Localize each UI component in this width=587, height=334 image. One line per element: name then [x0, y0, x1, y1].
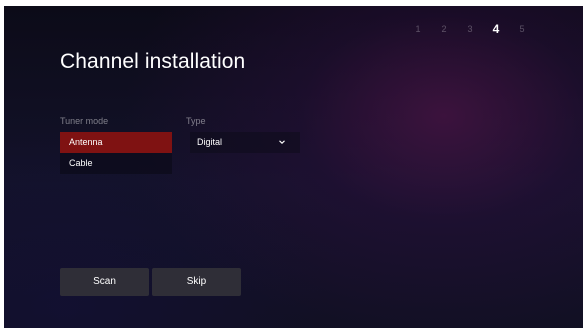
- tv-display: 1 2 3 4 5 Channel installation Tuner mod…: [4, 6, 583, 328]
- chevron-down-icon: [279, 140, 285, 144]
- step-2: 2: [441, 24, 447, 34]
- type-dropdown[interactable]: Digital: [190, 132, 300, 153]
- type-dropdown-value: Digital: [197, 137, 223, 147]
- tuner-option-antenna[interactable]: Antenna: [60, 132, 172, 153]
- scan-button[interactable]: Scan: [60, 268, 149, 296]
- step-5: 5: [519, 24, 525, 34]
- step-4-current: 4: [492, 22, 500, 36]
- tuner-mode-label: Tuner mode: [60, 116, 109, 126]
- step-3: 3: [467, 24, 473, 34]
- screen: 1 2 3 4 5 Channel installation Tuner mod…: [0, 0, 587, 334]
- skip-button[interactable]: Skip: [152, 268, 241, 296]
- step-indicator: 1 2 3 4 5: [405, 22, 535, 36]
- type-label: Type: [186, 116, 206, 126]
- step-1: 1: [415, 24, 421, 34]
- tuner-option-cable[interactable]: Cable: [60, 153, 172, 174]
- page-title: Channel installation: [60, 50, 246, 73]
